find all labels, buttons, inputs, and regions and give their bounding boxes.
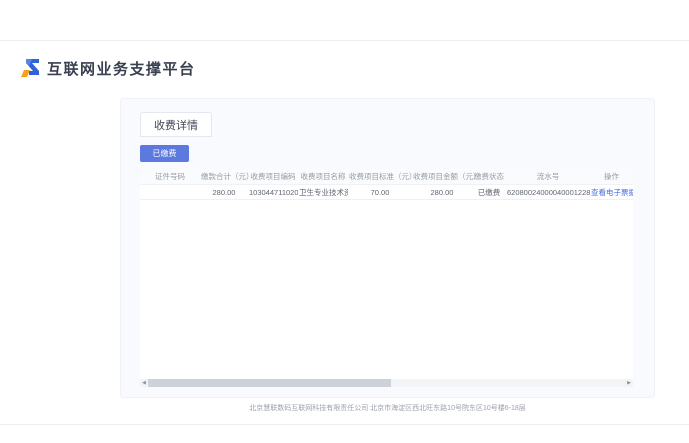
footer-company-address: 北京慧联数码互联网科技有限责任公司 北京市海淀区西北旺东路10号院东区10号楼6… (120, 403, 655, 413)
cell-fee-item-amount: 280.00 (412, 185, 472, 200)
scrollbar-thumb[interactable] (148, 379, 391, 387)
top-divider (0, 40, 689, 41)
col-header-fee-item-amount: 收费项目金额（元） (412, 169, 472, 185)
scroll-right-arrow-icon[interactable]: ▶ (625, 379, 633, 387)
cell-operation: 查看电子票据 (590, 185, 633, 200)
view-e-receipt-link[interactable]: 查看电子票据 (591, 188, 633, 197)
platform-logo-icon (20, 58, 40, 78)
cell-fee-item-name: 卫生专业技术资... (298, 185, 348, 200)
cell-payment-status: 已缴费 (472, 185, 506, 200)
cell-payment-total: 280.00 (200, 185, 248, 200)
paid-filter-button[interactable]: 已缴费 (140, 145, 189, 162)
brand-bar: 互联网业务支撑平台 (20, 56, 196, 80)
col-header-payment-status: 缴费状态 (472, 169, 506, 185)
scroll-left-arrow-icon[interactable]: ◀ (140, 379, 148, 387)
table-header-row: 证件号码 缴款合计（元） 收费项目编码 收费项目名称 收费项目标准（元） 收费项… (140, 169, 633, 185)
col-header-fee-item-code: 收费项目编码 (248, 169, 298, 185)
platform-title: 互联网业务支撑平台 (47, 58, 196, 79)
cell-fee-item-code: 1030447110201 (248, 185, 298, 200)
bottom-divider (0, 424, 689, 425)
tab-fee-details-label: 收费详情 (154, 117, 198, 133)
horizontal-scrollbar[interactable]: ◀ ▶ (140, 379, 633, 387)
cell-fee-item-standard: 70.00 (348, 185, 412, 200)
tab-fee-details[interactable]: 收费详情 (140, 112, 212, 137)
fee-detail-card: 收费详情 已缴费 证件号码 缴款合计（元） 收费项目编码 收费项目名称 收费项目… (120, 98, 655, 398)
fee-table: 证件号码 缴款合计（元） 收费项目编码 收费项目名称 收费项目标准（元） 收费项… (140, 169, 633, 381)
col-header-operation: 操作 (590, 169, 633, 185)
table-row: 280.00 1030447110201 卫生专业技术资... 70.00 28… (140, 185, 633, 200)
cell-serial-number: 62080024000040001228 (506, 185, 590, 200)
col-header-fee-item-name: 收费项目名称 (298, 169, 348, 185)
col-header-serial-number: 流水号 (506, 169, 590, 185)
cell-cert-number (140, 185, 200, 200)
col-header-payment-total: 缴款合计（元） (200, 169, 248, 185)
col-header-cert-number: 证件号码 (140, 169, 200, 185)
col-header-fee-item-standard: 收费项目标准（元） (348, 169, 412, 185)
